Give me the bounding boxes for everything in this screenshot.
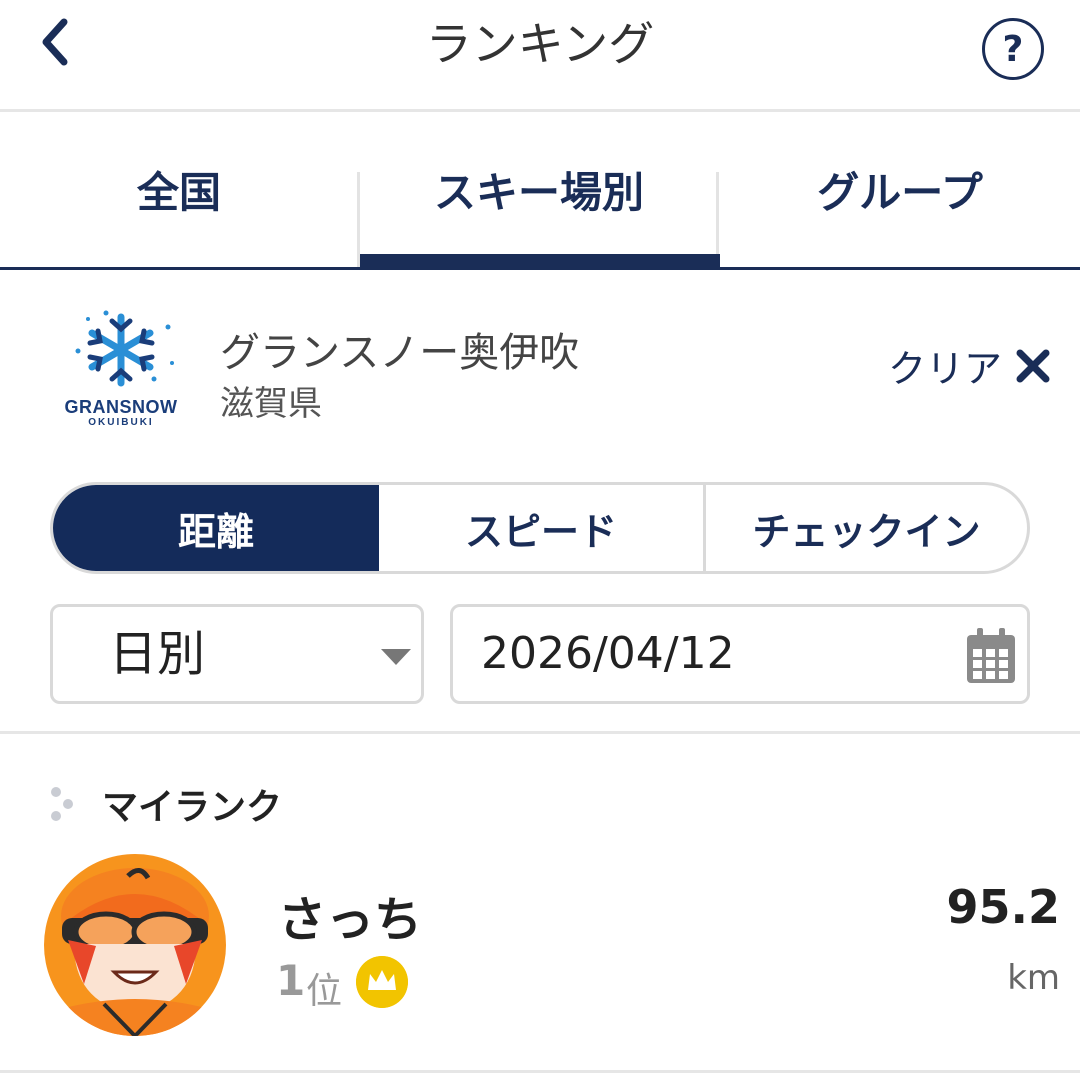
metric-speed[interactable]: スピード [379, 485, 703, 571]
resort-logo: GRANSNOW OKUIBUKI [50, 305, 192, 430]
active-tab-indicator [360, 254, 720, 267]
section-divider [0, 731, 1080, 734]
page-title: ランキング [425, 17, 655, 71]
crown-icon [356, 956, 408, 1008]
ranking-tabs: 全国 スキー場別 グループ [0, 112, 1080, 270]
metric-distance[interactable]: 距離 [53, 485, 379, 571]
rank-number: 1 [276, 956, 306, 1005]
clear-resort-button[interactable]: クリア [888, 338, 1050, 393]
period-value: 日別 [109, 626, 206, 682]
rank-value: 95.2 [946, 880, 1061, 934]
tab-nationwide[interactable]: 全国 [0, 112, 358, 267]
close-icon [1016, 349, 1050, 382]
date-picker[interactable]: 2026/04/12 [450, 604, 1030, 704]
calendar-icon [967, 628, 1015, 683]
logo-subtext: OKUIBUKI [88, 417, 154, 428]
dots-icon [51, 787, 73, 821]
list-divider [0, 1070, 1080, 1073]
tab-divider [716, 172, 719, 267]
metric-checkin[interactable]: チェックイン [706, 485, 1027, 571]
user-name: さっち [278, 892, 423, 948]
clear-label: クリア [888, 347, 1003, 391]
my-rank-heading: マイランク [102, 787, 283, 828]
logo-text: GRANSNOW [64, 397, 178, 417]
metric-selector: 距離 スピード チェックイン [50, 482, 1030, 574]
resort-prefecture: 滋賀県 [220, 384, 322, 424]
avatar[interactable] [44, 854, 226, 1036]
date-value: 2026/04/12 [481, 628, 735, 679]
rank-suffix: 位 [306, 971, 343, 1012]
snowflake-icon [75, 310, 174, 387]
tab-group[interactable]: グループ [720, 112, 1080, 267]
tab-by-ski-resort[interactable]: スキー場別 [360, 112, 718, 267]
rank-unit: km [1007, 958, 1060, 998]
caret-down-icon [381, 649, 411, 665]
period-select[interactable]: 日別 [50, 604, 424, 704]
help-button[interactable]: ? [982, 18, 1044, 80]
resort-name: グランスノー奥伊吹 [220, 330, 580, 376]
avatar-illustration [44, 854, 226, 1036]
